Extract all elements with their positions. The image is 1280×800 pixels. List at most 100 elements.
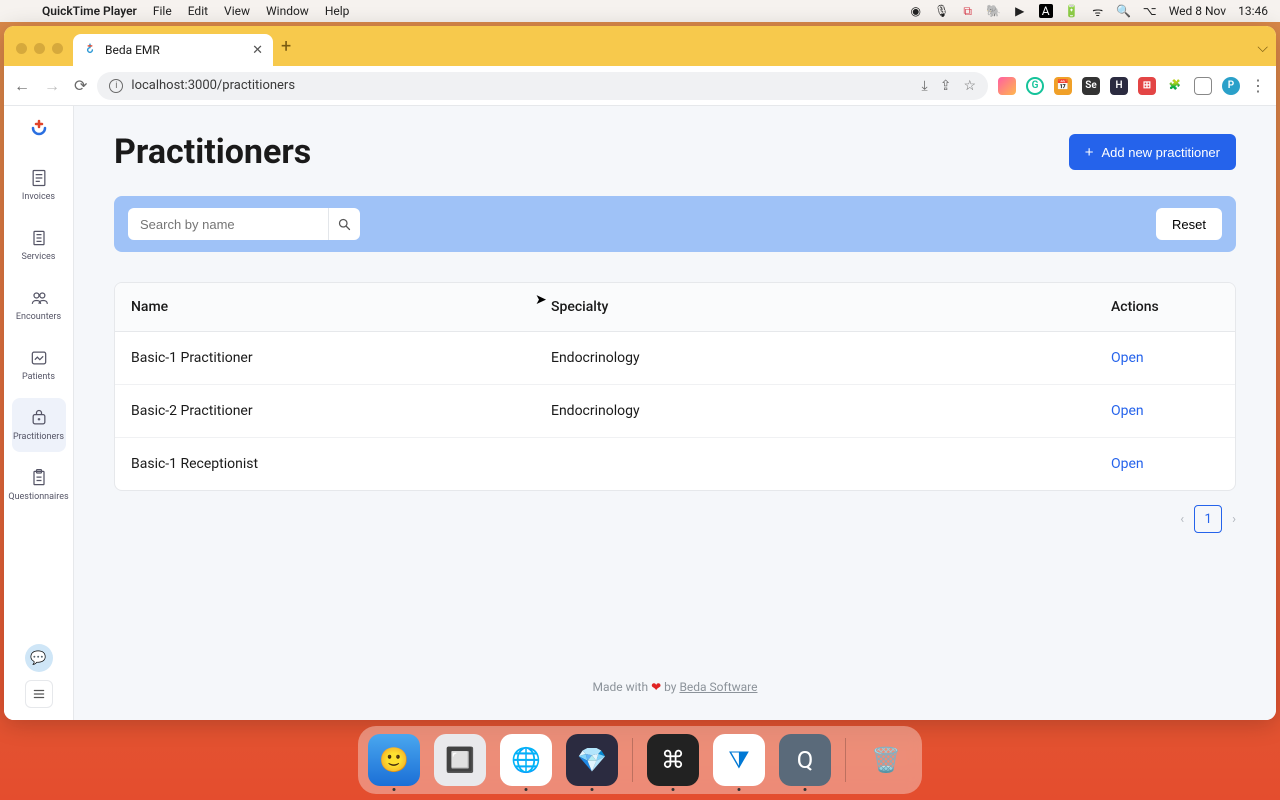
ext-icon-grid[interactable]: ⊞ (1138, 77, 1156, 95)
install-icon[interactable]: ⤓ (922, 78, 928, 94)
search-icon (337, 217, 352, 232)
battery-icon[interactable]: 🔋 (1065, 4, 1079, 18)
menubar-appname[interactable]: QuickTime Player (42, 4, 137, 18)
sidebar-item-invoices[interactable]: Invoices (12, 158, 66, 212)
cell-specialty: Endocrinology (535, 385, 1095, 438)
sidebar-item-label: Patients (22, 372, 55, 382)
site-info-icon[interactable]: i (109, 79, 123, 93)
sidebar-item-patients[interactable]: Patients (12, 338, 66, 392)
dock-finder[interactable]: 🙂 (368, 734, 420, 786)
menubar-time[interactable]: 13:46 (1238, 4, 1268, 18)
table-row: Basic-2 Practitioner Endocrinology Open (115, 385, 1235, 438)
bookmark-icon[interactable]: ☆ (963, 78, 976, 94)
reload-icon[interactable]: ⟳ (74, 76, 87, 96)
cell-name: Basic-1 Practitioner (115, 332, 535, 385)
window-traffic-lights[interactable] (16, 43, 63, 54)
recording-icon[interactable]: ◉ (909, 4, 923, 18)
page-prev-icon[interactable]: ‹ (1180, 512, 1184, 527)
table-row: Basic-1 Receptionist Open (115, 438, 1235, 490)
dock-obsidian[interactable]: 💎 (566, 734, 618, 786)
dock-launchpad[interactable]: 🔲 (434, 734, 486, 786)
kebab-menu-icon[interactable]: ⋮ (1250, 76, 1266, 95)
footer-link[interactable]: Beda Software (679, 680, 757, 694)
menu-file[interactable]: File (153, 4, 172, 18)
sidebar-item-label: Encounters (16, 312, 61, 322)
browser-toolbar: ← → ⟳ i localhost:3000/practitioners ⤓ ⇪… (4, 66, 1276, 106)
add-button-label: Add new practitioner (1101, 145, 1220, 160)
extensions-puzzle-icon[interactable]: 🧩 (1166, 77, 1184, 95)
heart-icon: ❤ (651, 680, 661, 694)
table-row: Basic-1 Practitioner Endocrinology Open (115, 332, 1235, 385)
back-icon[interactable]: ← (14, 76, 30, 96)
footer-prefix: Made with (593, 680, 652, 694)
menu-window[interactable]: Window (266, 4, 309, 18)
open-link[interactable]: Open (1111, 403, 1144, 419)
dock-vscode[interactable]: ⧩ (713, 734, 765, 786)
footer: Made with ❤ by Beda Software (114, 640, 1236, 694)
dock-terminal[interactable]: ⌘ (647, 734, 699, 786)
dock-quicktime[interactable]: Q (779, 734, 831, 786)
cell-name: Basic-2 Practitioner (115, 385, 535, 438)
app-logo-icon[interactable] (27, 118, 51, 142)
mic-icon[interactable]: 🎙 (935, 4, 949, 18)
dock-trash[interactable]: 🗑️ (860, 734, 912, 786)
share-icon[interactable]: ⇪ (940, 78, 952, 94)
control-center-icon[interactable]: ⌥ (1143, 4, 1157, 18)
ext-icon-selenium[interactable]: Se (1082, 77, 1100, 95)
tab-close-icon[interactable]: ✕ (252, 43, 263, 58)
page-title: Practitioners (114, 132, 311, 172)
slack-icon[interactable]: ⧉ (961, 4, 975, 18)
sidebar-item-label: Invoices (22, 192, 55, 202)
sidebar-item-encounters[interactable]: Encounters (12, 278, 66, 332)
reset-button[interactable]: Reset (1156, 208, 1222, 240)
tabs-chevron-icon[interactable]: ⌵ (1257, 40, 1268, 56)
spotlight-icon[interactable]: 🔍 (1117, 4, 1131, 18)
th-specialty: Specialty (535, 283, 1095, 332)
menu-help[interactable]: Help (325, 4, 350, 18)
mac-menubar: QuickTime Player File Edit View Window H… (0, 0, 1280, 22)
page-next-icon[interactable]: › (1232, 512, 1236, 527)
menu-edit[interactable]: Edit (188, 4, 208, 18)
ext-icon-grammarly[interactable]: G (1026, 77, 1044, 95)
menubar-date[interactable]: Wed 8 Nov (1169, 4, 1226, 18)
menu-view[interactable]: View (224, 4, 250, 18)
th-name: Name (115, 283, 535, 332)
ext-icon-gcal[interactable]: 📅 (1054, 77, 1072, 95)
cell-specialty: Endocrinology (535, 332, 1095, 385)
browser-tab[interactable]: Beda EMR ✕ (73, 34, 273, 66)
omnibox[interactable]: i localhost:3000/practitioners ⤓ ⇪ ☆ (97, 72, 988, 100)
th-actions: Actions (1095, 283, 1235, 332)
ext-icon-h[interactable]: H (1110, 77, 1128, 95)
dock-chrome[interactable]: 🌐 (500, 734, 552, 786)
filter-bar: Reset (114, 196, 1236, 252)
sidebar-item-label: Questionnaires (8, 492, 68, 502)
wifi-icon[interactable]: ᯤ (1091, 4, 1105, 18)
search-input[interactable] (128, 208, 328, 240)
sidebar-item-services[interactable]: Services (12, 218, 66, 272)
footer-mid: by (661, 680, 679, 694)
ext-icon-1[interactable] (998, 77, 1016, 95)
page-number[interactable]: 1 (1194, 505, 1222, 533)
sidebar-collapse-button[interactable] (25, 680, 53, 708)
add-practitioner-button[interactable]: + Add new practitioner (1069, 134, 1236, 170)
table-header: Name Specialty Actions (115, 283, 1235, 332)
profile-avatar[interactable]: P (1222, 77, 1240, 95)
url-text: localhost:3000/practitioners (131, 78, 295, 93)
cell-name: Basic-1 Receptionist (115, 438, 535, 490)
extension-icons: G 📅 Se H ⊞ 🧩 P ⋮ (998, 76, 1266, 95)
plus-icon: + (1085, 145, 1094, 160)
search-button[interactable] (328, 208, 360, 240)
sidepanel-icon[interactable] (1194, 77, 1212, 95)
pagination: ‹ 1 › (114, 505, 1236, 533)
apple-icon[interactable] (12, 4, 26, 18)
forward-icon[interactable]: → (44, 76, 60, 96)
evernote-icon[interactable]: 🐘 (987, 4, 1001, 18)
play-icon[interactable]: ▶ (1013, 4, 1027, 18)
new-tab-button[interactable]: + (281, 38, 291, 56)
app-a-icon[interactable]: A (1039, 4, 1053, 18)
chat-bubble-icon[interactable]: 💬 (25, 644, 53, 672)
open-link[interactable]: Open (1111, 350, 1144, 366)
sidebar-item-questionnaires[interactable]: Questionnaires (12, 458, 66, 512)
sidebar-item-practitioners[interactable]: Practitioners (12, 398, 66, 452)
open-link[interactable]: Open (1111, 456, 1144, 472)
